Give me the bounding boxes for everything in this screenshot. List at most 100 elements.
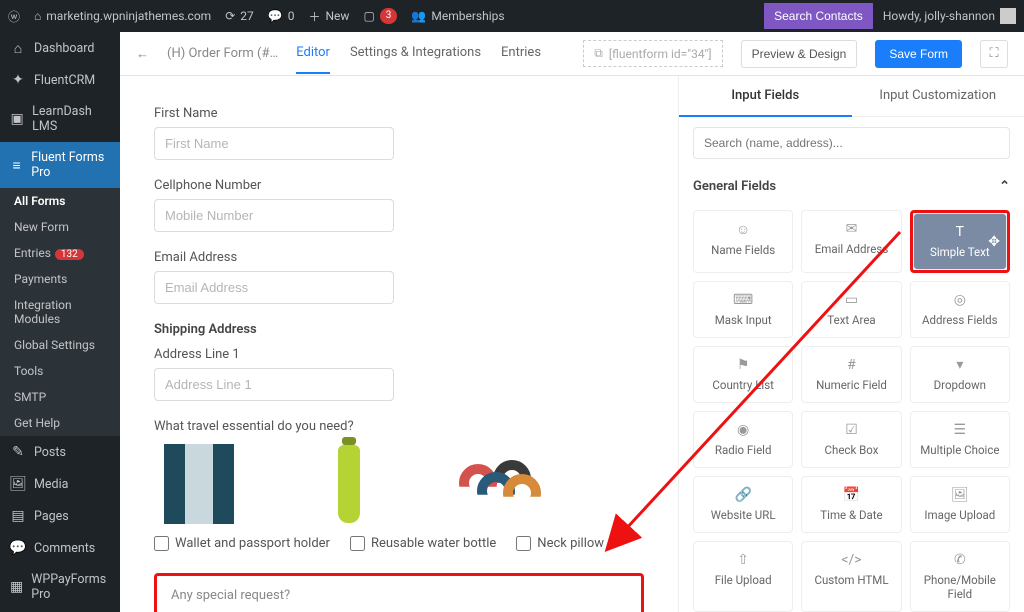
tab-input-fields[interactable]: Input Fields xyxy=(679,76,852,117)
field-address[interactable]: ◎Address Fields xyxy=(910,281,1010,338)
envelope-icon: ✉ xyxy=(846,221,858,237)
admin-sidebar: ⌂Dashboard ✦FluentCRM ▣LearnDash LMS ≡Fl… xyxy=(0,32,120,612)
sidebar-item-fluentcrm[interactable]: ✦FluentCRM xyxy=(0,64,120,96)
travel-question-label: What travel essential do you need? xyxy=(154,419,644,434)
calendar-icon: 📅 xyxy=(843,487,860,503)
wp-logo[interactable]: ⓦ xyxy=(8,8,20,25)
submenu-global-settings[interactable]: Global Settings xyxy=(0,332,120,358)
wppayforms-icon: ▦ xyxy=(10,579,23,595)
field-multiple-choice[interactable]: ☰Multiple Choice xyxy=(910,411,1010,468)
media-icon: 🖼 xyxy=(10,476,26,492)
phone-icon: ✆ xyxy=(954,552,966,568)
field-address1[interactable]: Address Line 1 xyxy=(154,347,644,401)
new-content[interactable]: ＋ New xyxy=(308,8,349,25)
first-name-label: First Name xyxy=(154,106,644,121)
field-email[interactable]: Email Address xyxy=(154,250,644,304)
tab-editor[interactable]: Editor xyxy=(296,33,330,74)
site-name[interactable]: ⌂ marketing.wpninjathemes.com xyxy=(34,9,211,23)
special-request-label: Any special request? xyxy=(171,588,627,603)
submenu-payments[interactable]: Payments xyxy=(0,266,120,292)
submenu-tools[interactable]: Tools xyxy=(0,358,120,384)
field-checkbox[interactable]: ☑Check Box xyxy=(801,411,901,468)
submenu-all-forms[interactable]: All Forms xyxy=(0,188,120,214)
person-icon: ☺ xyxy=(736,221,750,238)
submenu-entries[interactable]: Entries132 xyxy=(0,240,120,266)
checkbox-bottle[interactable]: Reusable water bottle xyxy=(350,536,496,551)
sidebar-item-posts[interactable]: ✎Posts xyxy=(0,436,120,468)
updates[interactable]: ⟳ 27 xyxy=(225,9,254,23)
search-contacts-button[interactable]: Search Contacts xyxy=(764,3,873,29)
radio-icon: ◉ xyxy=(737,422,749,438)
first-name-input[interactable] xyxy=(154,127,394,160)
sidebar-item-comments[interactable]: 💬Comments xyxy=(0,532,120,564)
posts-icon: ✎ xyxy=(10,444,26,460)
tab-input-customization[interactable]: Input Customization xyxy=(852,76,1024,117)
email-input[interactable] xyxy=(154,271,394,304)
submenu-smtp[interactable]: SMTP xyxy=(0,384,120,410)
field-text-area[interactable]: ▭Text Area xyxy=(801,281,901,338)
form-canvas: First Name Cellphone Number Email Addres… xyxy=(120,76,678,612)
notifications[interactable]: ▢ 3 xyxy=(363,8,397,24)
image-icon: 🖼 xyxy=(951,487,969,503)
checkbox-pillow[interactable]: Neck pillow xyxy=(516,536,604,551)
product-pillow-image xyxy=(454,444,544,524)
field-simple-text[interactable]: TSimple Text✥ xyxy=(913,213,1007,270)
fullscreen-button[interactable]: ⛶ xyxy=(980,40,1008,68)
link-icon: 🔗 xyxy=(734,487,751,503)
field-website-url[interactable]: 🔗Website URL xyxy=(693,476,793,533)
field-custom-html[interactable]: </>Custom HTML xyxy=(801,541,901,612)
field-radio[interactable]: ◉Radio Field xyxy=(693,411,793,468)
sidebar-item-pages[interactable]: ▤Pages xyxy=(0,500,120,532)
tab-settings[interactable]: Settings & Integrations xyxy=(350,33,481,74)
tab-entries[interactable]: Entries xyxy=(501,33,541,74)
field-phone[interactable]: ✆Phone/Mobile Field xyxy=(910,541,1010,612)
field-file-upload[interactable]: ⇧File Upload xyxy=(693,541,793,612)
special-request-field[interactable]: Any special request? xyxy=(154,573,644,612)
field-numeric[interactable]: #Numeric Field xyxy=(801,346,901,403)
save-form-button[interactable]: Save Form xyxy=(875,40,962,68)
fluentcrm-icon: ✦ xyxy=(10,72,26,88)
field-mask-input[interactable]: ⌨Mask Input xyxy=(693,281,793,338)
product-options-row xyxy=(154,444,644,524)
comments[interactable]: 💬 0 xyxy=(268,9,295,23)
field-image-upload[interactable]: 🖼Image Upload xyxy=(910,476,1010,533)
shortcode-display[interactable]: ⧉[fluentform id="34"] xyxy=(583,40,722,67)
checkbox-icon: ☑ xyxy=(845,422,858,438)
list-icon: ☰ xyxy=(954,422,967,438)
field-cellphone[interactable]: Cellphone Number xyxy=(154,178,644,232)
product-wallet-image xyxy=(154,444,244,524)
field-dropdown[interactable]: ▾Dropdown xyxy=(910,346,1010,403)
field-time-date[interactable]: 📅Time & Date xyxy=(801,476,901,533)
keyboard-icon: ⌨ xyxy=(733,292,753,308)
right-panel: Input Fields Input Customization General… xyxy=(678,76,1024,612)
sidebar-item-fluentforms[interactable]: ≡Fluent Forms Pro xyxy=(0,142,120,188)
address1-input[interactable] xyxy=(154,368,394,401)
dropdown-icon: ▾ xyxy=(956,357,963,373)
checkbox-wallet[interactable]: Wallet and passport holder xyxy=(154,536,330,551)
submenu-integration[interactable]: Integration Modules xyxy=(0,292,120,332)
sidebar-item-wppayforms[interactable]: ▦WPPayForms Pro xyxy=(0,564,120,610)
sidebar-item-learndash[interactable]: ▣LearnDash LMS xyxy=(0,96,120,142)
memberships-link[interactable]: 👥 Memberships xyxy=(411,9,504,23)
field-search-input[interactable] xyxy=(693,127,1010,159)
preview-button[interactable]: Preview & Design xyxy=(741,40,858,68)
submenu-get-help[interactable]: Get Help xyxy=(0,410,120,436)
sidebar-item-media[interactable]: 🖼Media xyxy=(0,468,120,500)
learndash-icon: ▣ xyxy=(10,111,24,127)
sidebar-item-dashboard[interactable]: ⌂Dashboard xyxy=(0,32,120,64)
field-email-address[interactable]: ✉Email Address xyxy=(801,210,901,273)
location-icon: ◎ xyxy=(954,292,966,308)
cellphone-input[interactable] xyxy=(154,199,394,232)
field-country-list[interactable]: ⚑Country List xyxy=(693,346,793,403)
field-first-name[interactable]: First Name xyxy=(154,106,644,160)
general-fields-heading[interactable]: General Fields ⌃ xyxy=(679,169,1024,204)
field-name[interactable]: ☺Name Fields xyxy=(693,210,793,273)
back-button[interactable]: ← xyxy=(136,46,149,62)
form-topbar: ← (H) Order Form (#… Editor Settings & I… xyxy=(120,32,1024,76)
comments-icon: 💬 xyxy=(10,540,26,556)
form-title: (H) Order Form (#… xyxy=(167,46,278,61)
submenu-new-form[interactable]: New Form xyxy=(0,214,120,240)
shipping-heading: Shipping Address xyxy=(154,322,644,337)
pages-icon: ▤ xyxy=(10,508,26,524)
howdy-user[interactable]: Howdy, jolly-shannon xyxy=(883,8,1016,24)
